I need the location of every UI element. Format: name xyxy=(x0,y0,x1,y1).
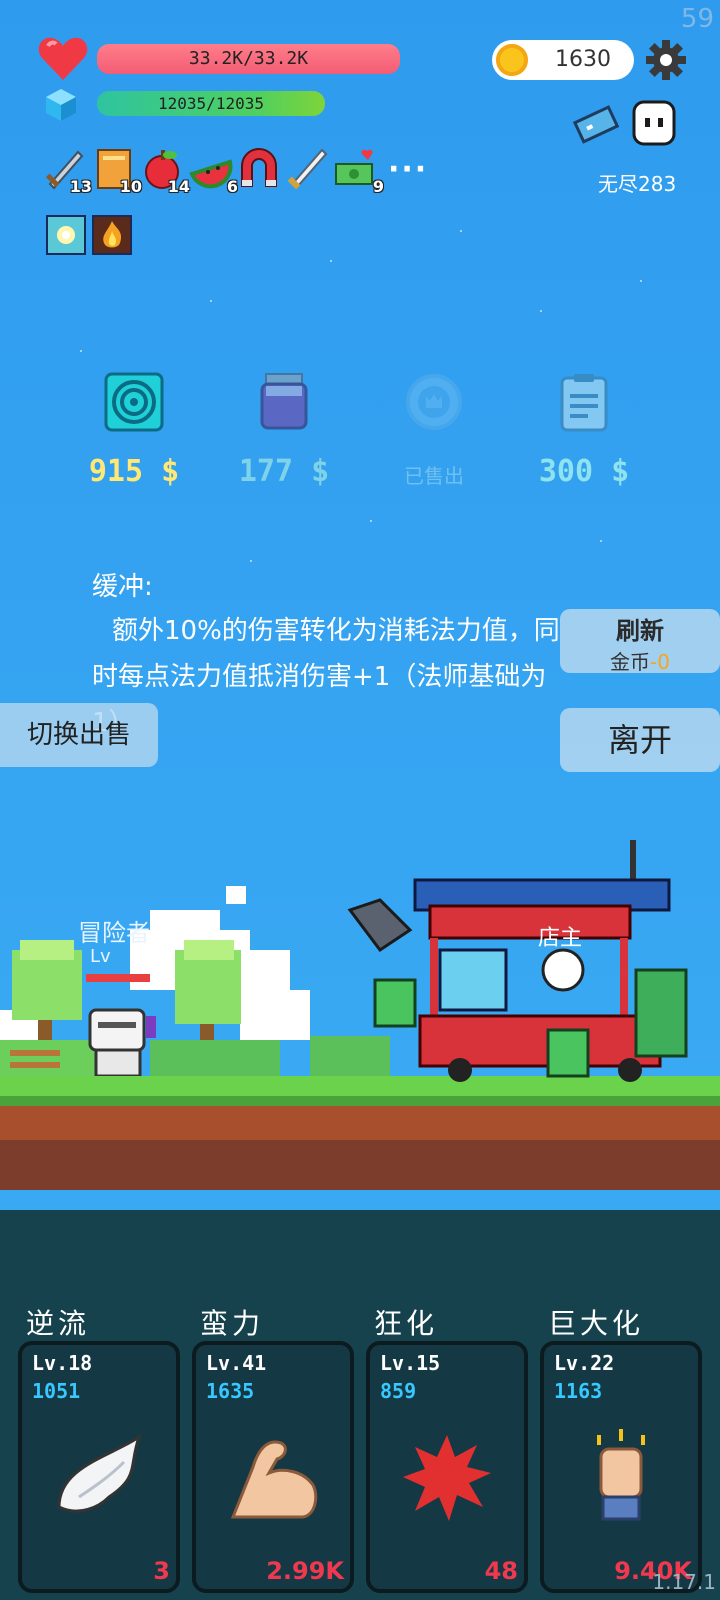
refresh-label: 刷新 xyxy=(616,617,664,645)
item-count: 9 xyxy=(372,177,384,196)
inventory-item[interactable] xyxy=(236,146,282,192)
inventory-more-button[interactable]: ··· xyxy=(388,152,428,187)
skill-level: Lv.18 xyxy=(32,1351,93,1375)
endless-level-label: 无尽283 xyxy=(598,172,677,196)
settings-gear-icon[interactable] xyxy=(645,39,687,81)
fps-counter: 59 xyxy=(680,4,714,34)
switch-sell-button[interactable]: 切换出售 xyxy=(0,703,158,767)
magnet-icon xyxy=(241,148,277,187)
upgrade-cost: 48 xyxy=(484,1557,518,1585)
skill-level: Lv.22 xyxy=(554,1351,615,1375)
item-price: 915 $ xyxy=(88,454,180,489)
skill-name: 巨大化 xyxy=(548,1307,645,1340)
item-description-body: 额外10%的伤害转化为消耗法力值，同时每点法力值抵消伤害+1（法师基础为1） xyxy=(92,616,560,738)
leave-button[interactable]: 离开 xyxy=(560,708,720,772)
jar-icon xyxy=(254,372,314,432)
sold-out-label: 已售出 xyxy=(404,464,464,488)
hp-text: 33.2K/33.2K xyxy=(188,48,309,69)
item-price: 300 $ xyxy=(538,454,630,489)
fire-buff-icon xyxy=(92,215,132,255)
shop-item[interactable]: 915 $ xyxy=(74,372,194,502)
item-price: 177 $ xyxy=(238,454,330,489)
upgrade-cost: 2.99K xyxy=(266,1557,344,1585)
splat-icon xyxy=(403,1435,491,1521)
coin-icon xyxy=(496,44,528,76)
skill-name: 逆流 xyxy=(26,1307,91,1340)
wing-icon xyxy=(57,1433,142,1513)
inventory-item[interactable]: 9 xyxy=(334,146,384,196)
fist-icon xyxy=(597,1429,645,1521)
endless-mode-icon[interactable] xyxy=(572,96,682,152)
skill-card-upgrade[interactable]: Lv.18 1051 3 xyxy=(18,1341,180,1593)
refresh-cost-label: 金币 xyxy=(610,650,651,674)
skill-card-upgrade[interactable]: Lv.22 1163 9.40K xyxy=(540,1341,702,1593)
player-name-label: 冒险者 xyxy=(78,919,150,947)
shop-item[interactable]: 177 $ xyxy=(224,372,344,502)
mp-bar: 12035/12035 xyxy=(97,91,325,116)
item-count: 13 xyxy=(69,177,92,196)
upgrade-cost: 3 xyxy=(153,1557,170,1585)
skill-name: 狂化 xyxy=(374,1307,439,1340)
skill-value: 1635 xyxy=(206,1379,255,1403)
inventory-item[interactable]: 10 xyxy=(92,146,142,196)
light-buff-icon xyxy=(46,215,86,255)
mana-gem-icon xyxy=(46,89,76,121)
shop-sign-label: 店主 xyxy=(538,926,583,951)
skill-value: 1051 xyxy=(32,1379,81,1403)
shop-item: 已售出 xyxy=(374,372,494,502)
hp-bar: 33.2K/33.2K xyxy=(97,44,400,74)
clipboard-icon xyxy=(554,372,614,432)
heart-icon xyxy=(38,37,88,80)
inventory-item[interactable] xyxy=(284,146,330,192)
blade-icon xyxy=(287,148,328,190)
skill-level: Lv.15 xyxy=(380,1351,441,1375)
gold-amount: 1630 xyxy=(555,47,611,72)
skill-card-upgrade[interactable]: Lv.15 859 48 xyxy=(366,1341,528,1593)
player-level-label: Lv xyxy=(90,946,111,967)
target-icon xyxy=(104,372,164,432)
refresh-button[interactable]: 刷新 金币-0 xyxy=(560,609,720,674)
gold-counter: 1630 xyxy=(492,40,634,80)
refresh-cost-value: -0 xyxy=(650,650,670,674)
skill-name: 蛮力 xyxy=(200,1307,265,1340)
inventory-item[interactable]: 14 xyxy=(140,146,190,196)
inventory-item[interactable]: 13 xyxy=(42,146,92,196)
mp-text: 12035/12035 xyxy=(158,94,264,113)
game-scene xyxy=(0,840,720,1190)
inventory-item[interactable]: 6 xyxy=(188,146,238,196)
skill-value: 1163 xyxy=(554,1379,603,1403)
item-description-title: 缓冲: xyxy=(92,572,153,602)
skill-level: Lv.41 xyxy=(206,1351,267,1375)
crown-icon xyxy=(404,372,464,432)
skill-card-upgrade[interactable]: Lv.41 1635 2.99K xyxy=(192,1341,354,1593)
version-label: 1.17.1 xyxy=(652,1570,716,1594)
muscle-icon xyxy=(230,1440,318,1519)
item-count: 10 xyxy=(119,177,142,196)
skill-value: 859 xyxy=(380,1379,417,1403)
shop-item[interactable]: 300 $ xyxy=(524,372,644,502)
item-count: 14 xyxy=(167,177,190,196)
